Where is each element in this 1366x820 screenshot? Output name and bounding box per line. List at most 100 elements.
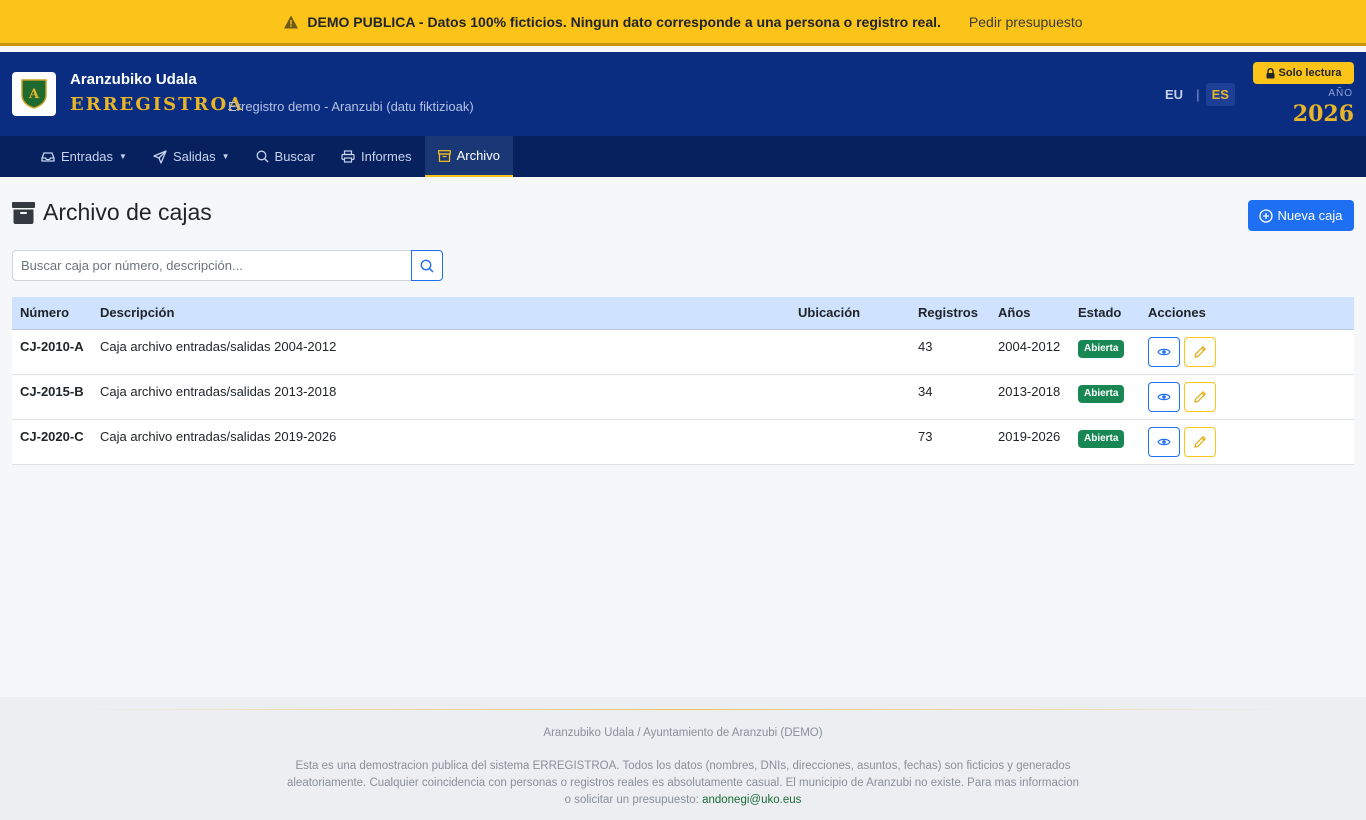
cell-numero: CJ-2010-A	[12, 329, 92, 375]
cell-descripcion: Caja archivo entradas/salidas 2004-2012	[92, 329, 790, 375]
eye-icon	[1157, 348, 1171, 355]
cell-registros: 34	[910, 374, 990, 420]
nav-archivo[interactable]: Archivo	[424, 136, 513, 177]
cell-estado: Abierta	[1070, 374, 1140, 420]
nav-buscar-label: Buscar	[274, 149, 315, 164]
header-estado[interactable]: Estado	[1070, 297, 1140, 330]
cell-anos: 2019-2026	[990, 419, 1070, 465]
table-row: CJ-2020-C Caja archivo entradas/salidas …	[12, 419, 1354, 465]
header-ubicacion[interactable]: Ubicación	[790, 297, 910, 330]
new-box-label: Nueva caja	[1277, 208, 1343, 223]
warning-triangle-icon	[284, 15, 299, 28]
status-badge: Abierta	[1078, 384, 1125, 403]
cell-registros: 43	[910, 329, 990, 375]
edit-box-button[interactable]	[1184, 336, 1216, 367]
lang-separator: |	[1196, 86, 1200, 102]
cell-estado: Abierta	[1070, 329, 1140, 375]
year-value: 2026	[1292, 101, 1354, 127]
header-anos[interactable]: Años	[990, 297, 1070, 330]
page-title-text: Archivo de cajas	[43, 199, 212, 225]
nav-informes[interactable]: Informes	[328, 136, 425, 177]
header-descripcion[interactable]: Descripción	[92, 297, 790, 330]
page-footer: Aranzubiko Udala / Ayuntamiento de Aranz…	[0, 697, 1366, 820]
footer-divider	[60, 709, 1306, 710]
table-row: CJ-2015-B Caja archivo entradas/salidas …	[12, 374, 1354, 420]
pencil-icon	[1194, 435, 1207, 448]
status-badge: Abierta	[1078, 339, 1125, 358]
footer-disclaimer-text: Esta es una demostracion publica del sis…	[286, 760, 1079, 806]
cell-numero: CJ-2015-B	[12, 374, 92, 420]
cell-acciones	[1140, 374, 1354, 420]
cell-numero: CJ-2020-C	[12, 419, 92, 465]
cell-acciones	[1140, 419, 1354, 465]
search-icon	[420, 259, 434, 273]
svg-text:A: A	[28, 87, 40, 102]
cell-ubicacion	[790, 419, 910, 465]
status-badge: Abierta	[1078, 429, 1125, 448]
table-header-row: Número Descripción Ubicación Registros A…	[12, 297, 1354, 330]
edit-box-button[interactable]	[1184, 381, 1216, 412]
inbox-icon	[41, 151, 55, 162]
main-nav: Entradas ▼ Salidas ▼ Buscar Informes Arc…	[0, 136, 1366, 177]
lock-icon	[1266, 67, 1275, 78]
cell-ubicacion	[790, 374, 910, 420]
request-quote-link[interactable]: Pedir presupuesto	[969, 14, 1083, 30]
readonly-label: Solo lectura	[1278, 67, 1342, 79]
cell-anos: 2004-2012	[990, 329, 1070, 375]
chevron-down-icon: ▼	[221, 152, 230, 161]
nav-entradas-label: Entradas	[61, 149, 114, 164]
eye-icon	[1157, 393, 1171, 400]
cell-descripcion: Caja archivo entradas/salidas 2019-2026	[92, 419, 790, 465]
app-subtitle: Erregistro demo - Aranzubi (datu fiktizi…	[228, 99, 474, 114]
demo-banner: DEMO PUBLICA - Datos 100% ficticios. Nin…	[0, 0, 1366, 46]
paper-plane-icon	[153, 149, 167, 164]
view-box-button[interactable]	[1148, 426, 1180, 457]
header-numero[interactable]: Número	[12, 297, 92, 330]
nav-informes-label: Informes	[361, 149, 412, 164]
cell-registros: 73	[910, 419, 990, 465]
printer-icon	[341, 150, 355, 163]
page-title: Archivo de cajas	[12, 199, 212, 226]
cell-ubicacion	[790, 329, 910, 375]
nav-entradas[interactable]: Entradas ▼	[28, 136, 140, 177]
lang-eu-button[interactable]: EU	[1158, 87, 1190, 102]
shield-logo-icon: A	[21, 79, 47, 109]
view-box-button[interactable]	[1148, 381, 1180, 412]
contact-email-link[interactable]: andonegi@uko.eus	[702, 794, 801, 806]
language-switcher: EU | ES	[1158, 82, 1235, 106]
new-box-button[interactable]: Nueva caja	[1248, 200, 1354, 231]
cell-anos: 2013-2018	[990, 374, 1070, 420]
footer-disclaimer: Esta es una demostracion publica del sis…	[283, 758, 1083, 809]
nav-buscar[interactable]: Buscar	[243, 136, 328, 177]
boxes-table: Número Descripción Ubicación Registros A…	[12, 297, 1354, 465]
municipality-logo[interactable]: A	[12, 72, 56, 116]
cell-descripcion: Caja archivo entradas/salidas 2013-2018	[92, 374, 790, 420]
table-row: CJ-2010-A Caja archivo entradas/salidas …	[12, 329, 1354, 375]
pencil-icon	[1194, 345, 1207, 358]
chevron-down-icon: ▼	[119, 152, 127, 161]
box-search-button[interactable]	[411, 250, 443, 281]
lang-es-button[interactable]: ES	[1205, 82, 1235, 106]
box-search-input[interactable]	[12, 250, 411, 281]
year-label: AÑO	[1328, 88, 1353, 99]
eye-icon	[1157, 438, 1171, 445]
search-icon	[256, 150, 269, 163]
box-search	[12, 250, 443, 281]
cell-acciones	[1140, 329, 1354, 375]
header-acciones: Acciones	[1140, 297, 1354, 330]
nav-salidas-label: Salidas	[172, 149, 216, 164]
edit-box-button[interactable]	[1184, 426, 1216, 457]
nav-archivo-label: Archivo	[456, 148, 500, 163]
nav-salidas[interactable]: Salidas ▼	[140, 136, 243, 177]
archive-box-icon	[437, 149, 451, 162]
footer-org: Aranzubiko Udala / Ayuntamiento de Aranz…	[543, 727, 823, 739]
header-registros[interactable]: Registros	[910, 297, 990, 330]
app-name: ERREGISTROA	[70, 94, 245, 115]
pencil-icon	[1194, 390, 1207, 403]
demo-banner-text: DEMO PUBLICA - Datos 100% ficticios. Nin…	[307, 13, 941, 30]
cell-estado: Abierta	[1070, 419, 1140, 465]
archive-box-icon	[12, 201, 35, 224]
view-box-button[interactable]	[1148, 336, 1180, 367]
org-name: Aranzubiko Udala	[70, 71, 197, 88]
app-header: A Aranzubiko Udala ERREGISTROA Erregistr…	[0, 52, 1366, 136]
